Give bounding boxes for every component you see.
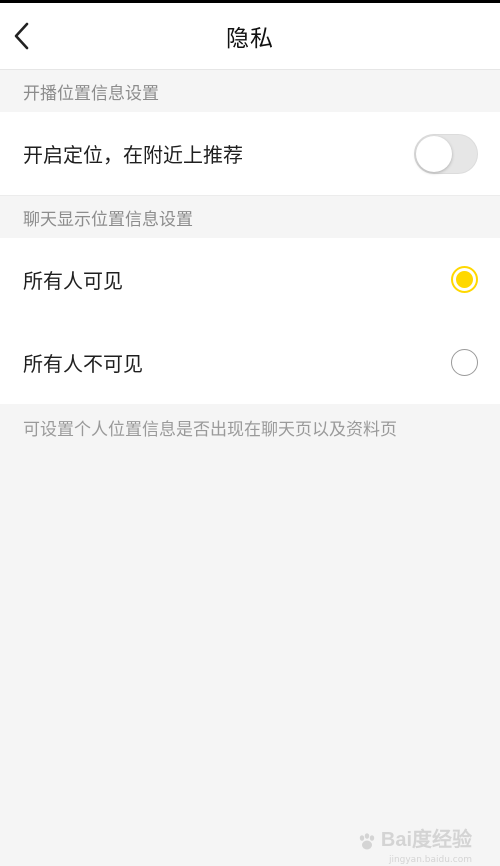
- nav-header: 隐私: [0, 3, 500, 70]
- section-title-chat-location: 聊天显示位置信息设置: [0, 196, 500, 238]
- option-visible-to-all[interactable]: 所有人可见: [0, 238, 500, 321]
- option-label: 所有人不可见: [23, 352, 143, 376]
- location-settings-note: 可设置个人位置信息是否出现在聊天页以及资料页: [23, 420, 397, 440]
- option-label: 所有人可见: [23, 269, 123, 293]
- paw-icon: [359, 833, 375, 850]
- page-title: 隐私: [226, 26, 274, 52]
- location-toggle-switch[interactable]: [414, 133, 478, 174]
- option-hidden-from-all[interactable]: 所有人不可见: [0, 321, 500, 404]
- location-toggle-label: 开启定位，在附近上推荐: [23, 143, 243, 167]
- section-title-broadcast-location: 开播位置信息设置: [0, 70, 500, 112]
- watermark: Bai度经验 jingyan.baidu.com: [357, 823, 472, 865]
- radio-unselected-icon[interactable]: [451, 349, 478, 376]
- watermark-text: Bai度经验: [380, 829, 472, 851]
- watermark-subtext: jingyan.baidu.com: [388, 855, 472, 865]
- toggle-knob: [416, 135, 452, 172]
- location-toggle-row[interactable]: 开启定位，在附近上推荐: [0, 112, 500, 196]
- radio-selected-icon[interactable]: [451, 266, 478, 293]
- chevron-left-icon: [14, 22, 29, 50]
- back-button[interactable]: [8, 18, 36, 54]
- radio-dot: [456, 271, 473, 288]
